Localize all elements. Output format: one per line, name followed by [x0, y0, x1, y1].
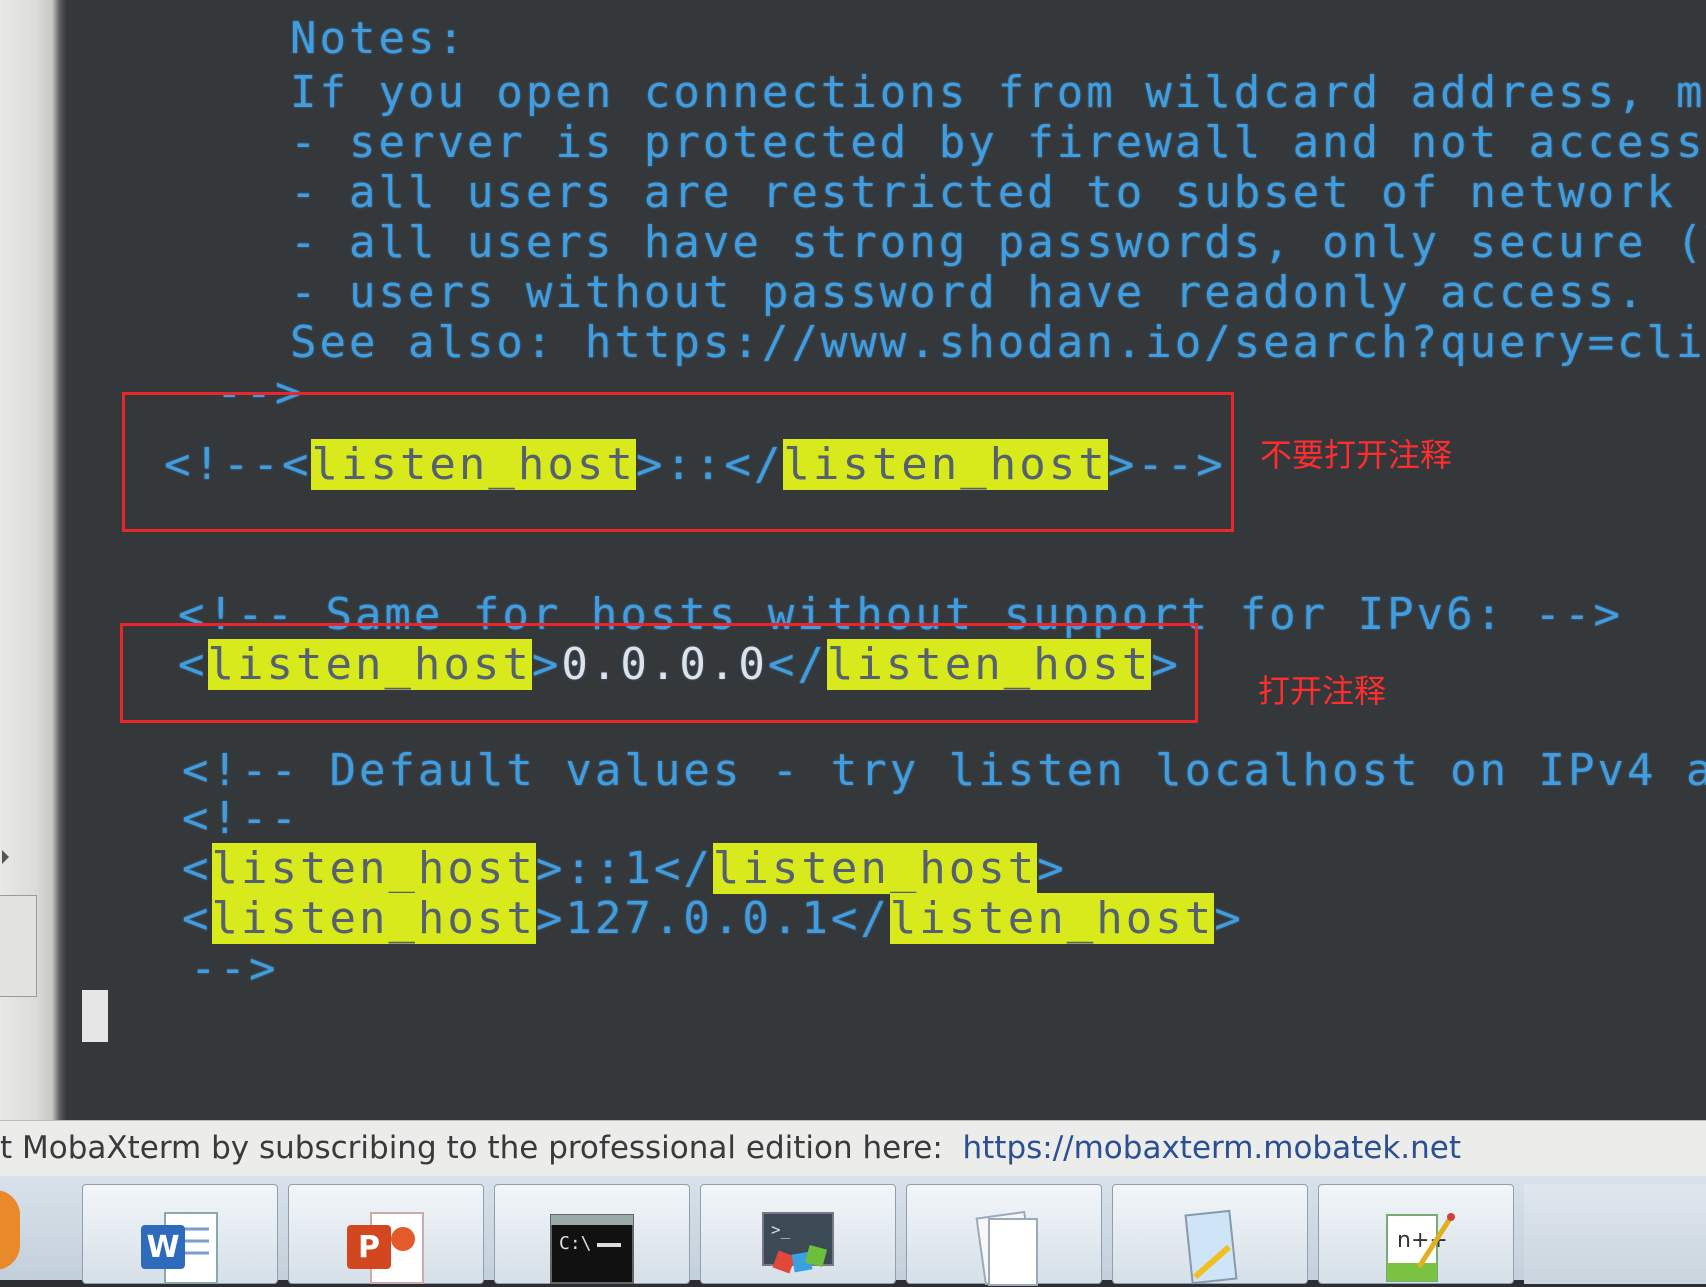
svg-text:>_: >_	[771, 1220, 791, 1239]
taskbar-cmd[interactable]: C:\	[494, 1184, 690, 1284]
terminal-line: <!--	[182, 793, 300, 844]
annotation-uncomment: 打开注释	[1258, 672, 1387, 710]
annotation-box-do-not-uncomment	[122, 392, 1234, 532]
expand-arrow-icon[interactable]	[2, 850, 9, 864]
terminal-line: -->	[190, 943, 279, 994]
mobaxterm-link[interactable]: https://mobaxterm.mobatek.net	[962, 1130, 1461, 1166]
status-bar: t MobaXterm by subscribing to the profes…	[0, 1120, 1706, 1177]
listen-value: 127.0.0.1	[565, 893, 831, 944]
taskbar-mobaxterm[interactable]: >_	[700, 1184, 896, 1284]
notepad-plus-plus-icon: n++	[1386, 1213, 1455, 1282]
listen-host-tag: listen_host	[889, 893, 1215, 944]
taskbar-file-explorer[interactable]	[906, 1184, 1102, 1286]
side-panel-tab[interactable]	[0, 895, 37, 997]
taskbar-empty-area	[1524, 1184, 1706, 1284]
powerpoint-icon: P	[347, 1212, 424, 1284]
status-message: t MobaXterm by subscribing to the profes…	[0, 1130, 963, 1166]
taskbar-powerpoint[interactable]: P	[288, 1184, 484, 1284]
notepad-icon	[1184, 1209, 1238, 1285]
terminal-line: If you open connections from wildcard ad…	[290, 67, 1706, 118]
tag-close-bracket: >	[1214, 893, 1244, 944]
terminal-cursor	[82, 990, 108, 1042]
terminal-line: <!-- Default values - try listen localho…	[182, 745, 1706, 796]
annotation-do-not-uncomment: 不要打开注释	[1260, 436, 1453, 474]
svg-text:C:\: C:\	[559, 1233, 592, 1254]
taskbar-notepadplusplus[interactable]: n++	[1318, 1184, 1514, 1284]
tag-close-bracket: >	[1037, 843, 1067, 894]
terminal-line: - all users have strong passwords, only …	[290, 217, 1706, 268]
word-icon: W	[141, 1212, 218, 1284]
terminal-line: - users without password have readonly a…	[290, 267, 1647, 318]
terminal-line: Notes:	[290, 13, 467, 64]
terminal-line: - server is protected by firewall and no…	[290, 117, 1706, 168]
terminal-window[interactable]: Notes: If you open connections from wild…	[66, 0, 1706, 1120]
tag-close-bracket: >	[535, 843, 566, 894]
taskbar: W P C:\ >_ n++	[0, 1176, 1706, 1286]
tag-open-bracket: <	[182, 893, 212, 944]
end-tag-open-bracket: </	[830, 893, 890, 944]
listen-host-tag: listen_host	[211, 893, 536, 944]
mobaxterm-icon: >_	[762, 1212, 834, 1274]
svg-text:P: P	[358, 1230, 380, 1265]
listen-value: ::1	[565, 843, 654, 894]
end-tag-open-bracket: </	[653, 843, 713, 894]
terminal-line: See also: https://www.shodan.io/search?q…	[290, 317, 1706, 368]
svg-text:W: W	[146, 1230, 179, 1265]
listen-host-ipv6-localhost: <listen_host>::1</listen_host>	[182, 843, 1067, 894]
file-icon	[975, 1210, 1038, 1286]
taskbar-notepad[interactable]	[1112, 1184, 1308, 1285]
listen-host-tag: listen_host	[211, 843, 536, 894]
terminal-line: - all users are restricted to subset of …	[290, 167, 1706, 218]
taskbar-word[interactable]: W	[82, 1184, 278, 1284]
terminal-icon: C:\	[550, 1214, 634, 1284]
listen-host-tag: listen_host	[712, 843, 1038, 894]
annotation-box-uncomment	[120, 623, 1198, 723]
tag-open-bracket: <	[182, 843, 212, 894]
app-icon-partial[interactable]	[0, 1190, 20, 1270]
side-panel	[0, 0, 66, 1120]
tag-close-bracket: >	[535, 893, 566, 944]
listen-host-ipv4-localhost: <listen_host>127.0.0.1</listen_host>	[182, 893, 1244, 944]
